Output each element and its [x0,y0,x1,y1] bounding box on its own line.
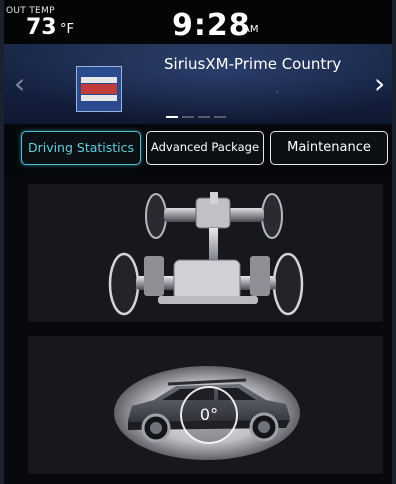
left-edge-accent [0,0,4,484]
vehicle-tilt-panel: 0° [28,336,383,474]
chevron-right-icon[interactable]: › [374,70,385,98]
drivetrain-panel [28,184,383,322]
page-indicator [166,116,226,118]
station-name: SiriusXM-Prime Country [164,55,342,73]
temperature-unit: °F [60,22,74,37]
clock-ampm: AM [243,24,259,35]
pitch-angle-readout: 0° [199,405,219,424]
tab-advanced-package[interactable]: Advanced Package [146,131,264,165]
prime-country-logo [76,66,122,112]
page-dot [182,116,194,118]
clock-time: 9:28 [172,8,251,43]
page-dot [166,116,178,118]
logo-band-middle [81,84,117,94]
status-bar: OUT TEMP 73 °F 9:28 AM [0,0,396,44]
page-dot [214,116,226,118]
awd-chassis-illustration [108,192,304,316]
logo-band-bottom [81,95,117,101]
tab-bar: Driving Statistics Advanced Package Main… [0,124,396,176]
chevron-left-icon[interactable]: ‹ [14,70,25,98]
vehicle-display-screen: OUT TEMP 73 °F 9:28 AM ‹ › SiriusXM-Prim… [0,0,396,484]
front-axle [108,252,304,316]
logo-band-top [81,77,117,83]
tab-driving-statistics[interactable]: Driving Statistics [21,131,141,165]
tab-maintenance[interactable]: Maintenance [270,131,388,165]
outside-temperature: 73 [26,15,57,40]
page-dot [198,116,210,118]
right-edge-accent [392,0,396,484]
